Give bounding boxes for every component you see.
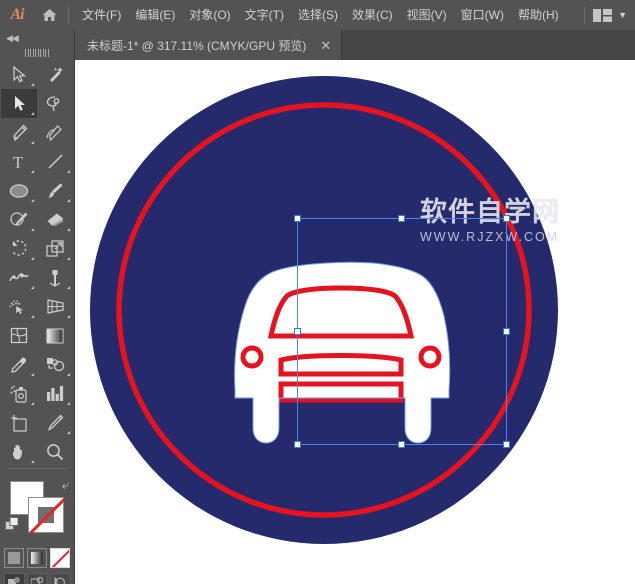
chevron-down-icon[interactable]: ▼ [618, 10, 627, 20]
tool-corner-marker [67, 402, 70, 405]
menu-item-window[interactable]: 窗口(W) [454, 0, 511, 30]
svg-text:T: T [13, 155, 23, 171]
perspective-grid-tool[interactable] [37, 292, 73, 321]
none-slash-icon [28, 497, 64, 533]
workspace-layout-icon[interactable] [593, 9, 612, 22]
tool-corner-marker [31, 228, 34, 231]
column-graph-tool[interactable] [37, 379, 73, 408]
ellipse-tool[interactable] [1, 176, 37, 205]
free-transform-tool[interactable] [37, 263, 73, 292]
slice-tool[interactable] [37, 408, 73, 437]
tool-corner-marker [67, 373, 70, 376]
blend-tool[interactable] [37, 350, 73, 379]
draw-mode-row [0, 573, 74, 584]
tool-grid: T [0, 60, 74, 466]
app-logo: Ai [0, 0, 34, 30]
pen-tool[interactable] [1, 118, 37, 147]
tool-corner-marker [31, 402, 34, 405]
swap-fill-stroke-icon[interactable]: ⤶ [62, 477, 69, 493]
curvature-tool[interactable] [37, 118, 73, 147]
shaper-pencil-tool[interactable] [1, 205, 37, 234]
menu-item-effect[interactable]: 效果(C) [345, 0, 400, 30]
artboard-canvas[interactable]: 软件自学网 WWW.RJZXW.COM [75, 60, 635, 584]
illustrator-window: Ai 文件(F) 编辑(E) 对象(O) 文字(T) 选择(S) 效果(C) 视… [0, 0, 635, 584]
line-segment-tool[interactable] [37, 147, 73, 176]
gradient-mode-button[interactable] [27, 548, 47, 568]
type-tool[interactable]: T [1, 147, 37, 176]
tool-corner-marker [67, 199, 70, 202]
tool-corner-marker [31, 460, 34, 463]
eyedropper-tool[interactable] [1, 350, 37, 379]
menu-item-help[interactable]: 帮助(H) [511, 0, 566, 30]
magic-wand-tool[interactable] [37, 60, 73, 89]
symbol-sprayer-tool[interactable] [1, 379, 37, 408]
eraser-tool[interactable] [37, 205, 73, 234]
workspace-switcher[interactable]: ▼ [584, 0, 631, 30]
tool-corner-marker [31, 141, 34, 144]
tool-corner-marker [67, 431, 70, 434]
menu-item-view[interactable]: 视图(V) [400, 0, 454, 30]
document-tab-bar: 未标题-1* @ 317.11% (CMYK/GPU 预览) ✕ [0, 30, 635, 60]
menu-item-object[interactable]: 对象(O) [182, 0, 237, 30]
tool-corner-marker [31, 83, 34, 86]
menu-item-edit[interactable]: 编辑(E) [128, 0, 182, 30]
toolpanel-divider [8, 468, 66, 469]
none-mode-button[interactable] [50, 548, 70, 568]
tool-corner-marker [31, 373, 34, 376]
paintbrush-tool[interactable] [37, 176, 73, 205]
tool-corner-marker [67, 257, 70, 260]
tool-corner-marker [31, 315, 34, 318]
document-tab-title: 未标题-1* @ 317.11% (CMYK/GPU 预览) [87, 37, 306, 54]
fill-stroke-controls: ⤶ [0, 473, 74, 545]
workspace-divider [584, 6, 585, 24]
color-mode-button[interactable] [4, 548, 24, 568]
draw-normal-button[interactable] [4, 573, 25, 584]
direct-selection-tool[interactable] [1, 89, 37, 118]
scale-tool[interactable] [37, 234, 73, 263]
double-chevron-left-icon[interactable]: ◀◀ [0, 30, 74, 46]
zoom-tool[interactable] [37, 437, 73, 466]
artboard-tool[interactable] [1, 408, 37, 437]
mesh-tool[interactable] [1, 321, 37, 350]
tool-corner-marker [31, 257, 34, 260]
tool-corner-marker [67, 286, 70, 289]
selection-tool[interactable] [1, 60, 37, 89]
draw-behind-button[interactable] [27, 573, 48, 584]
car-front-sign-artwork[interactable] [75, 60, 635, 584]
paint-mode-row [0, 548, 74, 568]
tool-corner-marker [31, 199, 34, 202]
hand-tool[interactable] [1, 437, 37, 466]
close-icon[interactable]: ✕ [320, 39, 331, 52]
tool-corner-marker [31, 286, 34, 289]
home-icon[interactable] [34, 0, 64, 30]
tools-panel: ◀◀ [0, 30, 75, 584]
draw-inside-button[interactable] [50, 573, 71, 584]
default-fill-stroke-icon[interactable] [5, 517, 20, 537]
lasso-tool[interactable] [37, 89, 73, 118]
menu-item-file[interactable]: 文件(F) [75, 0, 128, 30]
gradient-tool[interactable] [37, 321, 73, 350]
shape-builder-tool[interactable] [1, 292, 37, 321]
tool-corner-marker [67, 170, 70, 173]
panel-drag-gripper[interactable] [0, 46, 74, 60]
tool-corner-marker [67, 228, 70, 231]
document-tab[interactable]: 未标题-1* @ 317.11% (CMYK/GPU 预览) ✕ [75, 30, 342, 60]
tool-corner-marker [31, 170, 34, 173]
menu-item-type[interactable]: 文字(T) [238, 0, 291, 30]
menu-bar: Ai 文件(F) 编辑(E) 对象(O) 文字(T) 选择(S) 效果(C) 视… [0, 0, 635, 30]
tool-corner-marker [67, 315, 70, 318]
tool-corner-marker [31, 112, 34, 115]
rotate-tool[interactable] [1, 234, 37, 263]
menu-item-select[interactable]: 选择(S) [291, 0, 345, 30]
menu-divider [68, 6, 69, 24]
stroke-swatch[interactable] [28, 497, 64, 533]
menu-item-list: 文件(F) 编辑(E) 对象(O) 文字(T) 选择(S) 效果(C) 视图(V… [75, 0, 566, 30]
width-warp-tool[interactable] [1, 263, 37, 292]
